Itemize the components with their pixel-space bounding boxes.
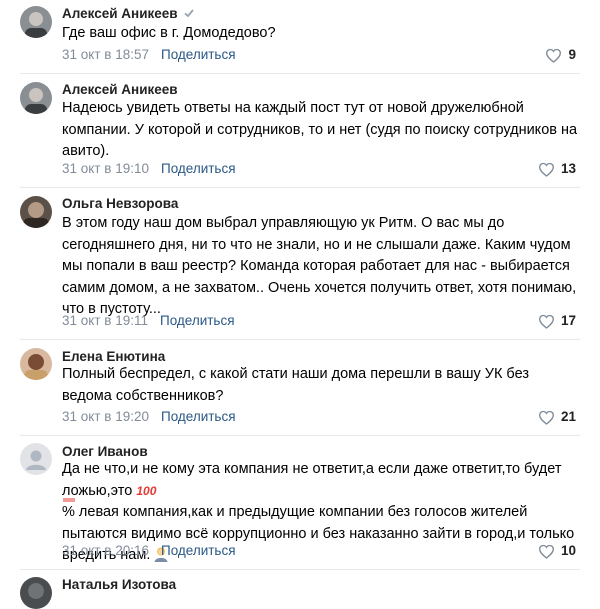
comment-author[interactable]: Наталья Изотова: [62, 577, 176, 592]
verified-check-icon: [183, 7, 195, 22]
divider: [20, 435, 580, 436]
comment-author[interactable]: Елена Енютина: [62, 349, 165, 364]
divider: [20, 569, 580, 570]
comment-date[interactable]: 31 окт в 20:16: [62, 543, 149, 558]
avatar[interactable]: [20, 348, 52, 380]
comment-author[interactable]: Алексей Аникеев: [62, 6, 195, 22]
default-avatar-icon: [20, 443, 52, 475]
like-button[interactable]: 13: [538, 161, 576, 177]
comment-text: В этом году наш дом выбрал управляющую у…: [62, 215, 577, 317]
heart-icon: [538, 410, 554, 425]
comment-meta: 31 окт в 19:20 Поделиться: [62, 409, 236, 424]
share-link[interactable]: Поделиться: [160, 313, 235, 328]
comment-meta: 31 окт в 19:11 Поделиться: [62, 313, 235, 328]
share-link[interactable]: Поделиться: [161, 409, 236, 424]
like-button[interactable]: 9: [545, 47, 576, 63]
comment-text: Где ваш офис в г. Домодедово?: [62, 25, 276, 41]
like-button[interactable]: 17: [538, 313, 576, 329]
like-button[interactable]: 21: [538, 409, 576, 425]
comment-text: Полный беспредел, с какой стати наши дом…: [62, 366, 529, 404]
divider: [20, 73, 580, 74]
heart-icon: [538, 544, 554, 559]
like-count: 17: [560, 313, 576, 328]
comment-date[interactable]: 31 окт в 19:10: [62, 161, 149, 176]
avatar[interactable]: [20, 196, 52, 228]
share-link[interactable]: Поделиться: [161, 47, 236, 62]
comment-author[interactable]: Олег Иванов: [62, 444, 148, 459]
comment-meta: 31 окт в 20:16 Поделиться: [62, 543, 236, 558]
avatar[interactable]: [20, 6, 52, 38]
comment-date[interactable]: 31 окт в 19:11: [62, 313, 148, 328]
share-link[interactable]: Поделиться: [161, 543, 236, 558]
avatar-photo-icon: [20, 577, 52, 609]
like-count: 21: [560, 409, 576, 424]
divider: [20, 187, 580, 188]
heart-icon: [538, 162, 554, 177]
avatar-photo-icon: [20, 6, 52, 38]
like-count: 10: [560, 543, 576, 558]
comment-date[interactable]: 31 окт в 18:57: [62, 47, 149, 62]
avatar[interactable]: [20, 577, 52, 609]
avatar-photo-icon: [20, 196, 52, 228]
comment-text: Надеюсь увидеть ответы на каждый пост ту…: [62, 100, 578, 159]
comments-list: Алексей Аникеев Где ваш офис в г. Домоде…: [0, 0, 600, 609]
avatar[interactable]: [20, 82, 52, 114]
comment-author[interactable]: Ольга Невзорова: [62, 196, 178, 211]
heart-icon: [546, 48, 562, 63]
comment-date[interactable]: 31 окт в 19:20: [62, 409, 149, 424]
divider: [20, 339, 580, 340]
heart-icon: [538, 314, 554, 329]
like-count: 13: [560, 161, 576, 176]
share-link[interactable]: Поделиться: [161, 161, 236, 176]
comment-meta: 31 окт в 18:57 Поделиться: [62, 47, 236, 62]
avatar-photo-icon: [20, 348, 52, 380]
avatar[interactable]: [20, 443, 52, 475]
avatar-photo-icon: [20, 82, 52, 114]
comment-author[interactable]: Алексей Аникеев: [62, 82, 178, 97]
comment-meta: 31 окт в 19:10 Поделиться: [62, 161, 236, 176]
hundred-points-emoji: 100: [62, 484, 582, 503]
like-count: 9: [568, 47, 576, 62]
like-button[interactable]: 10: [538, 543, 576, 559]
